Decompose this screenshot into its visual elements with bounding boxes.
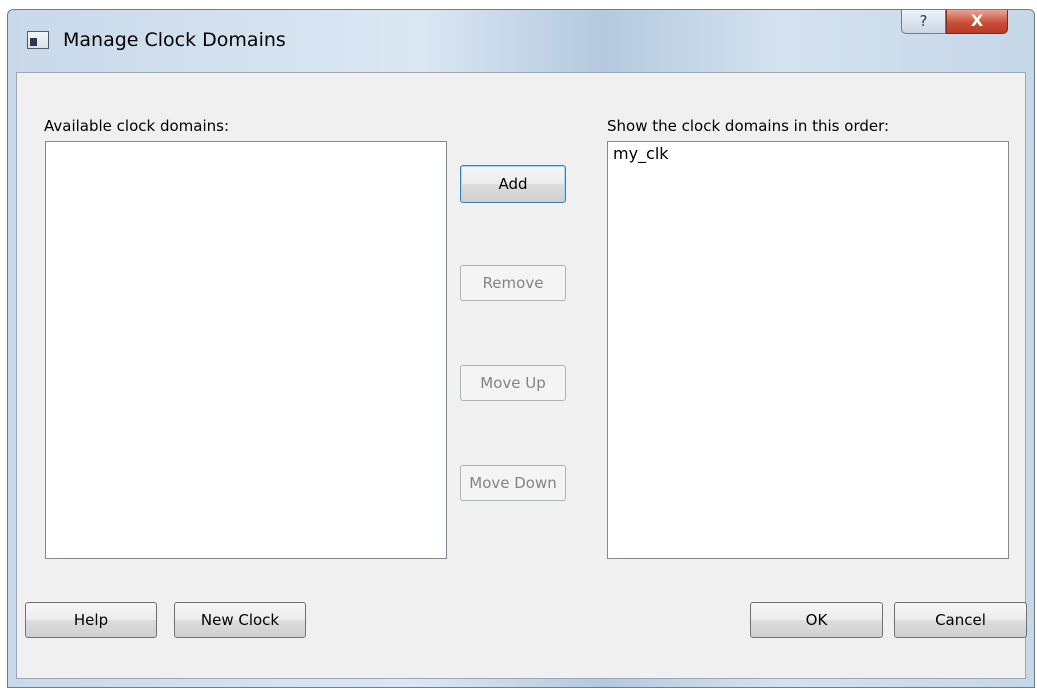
add-button[interactable]: Add [460,165,566,203]
ordered-domains-list[interactable]: my_clk [607,141,1009,559]
move-up-button[interactable]: Move Up [460,365,566,401]
ordered-domains-label: Show the clock domains in this order: [607,117,890,135]
cancel-button[interactable]: Cancel [894,602,1027,638]
help-icon[interactable]: ? [901,10,946,34]
window-icon [27,31,49,49]
title-bar[interactable]: Manage Clock Domains ? X [8,10,1034,72]
window-title: Manage Clock Domains [63,29,286,51]
available-domains-label: Available clock domains: [44,117,230,135]
remove-button[interactable]: Remove [460,265,566,301]
list-item[interactable]: my_clk [608,142,1008,165]
new-clock-button[interactable]: New Clock [174,602,306,638]
close-icon[interactable]: X [946,10,1008,34]
ok-button[interactable]: OK [750,602,883,638]
move-down-button[interactable]: Move Down [460,465,566,501]
dialog-window: Manage Clock Domains ? X Available clock… [7,9,1035,688]
available-domains-list[interactable] [45,141,447,559]
dialog-body: Available clock domains: Show the clock … [16,72,1027,679]
help-button[interactable]: Help [25,602,157,638]
